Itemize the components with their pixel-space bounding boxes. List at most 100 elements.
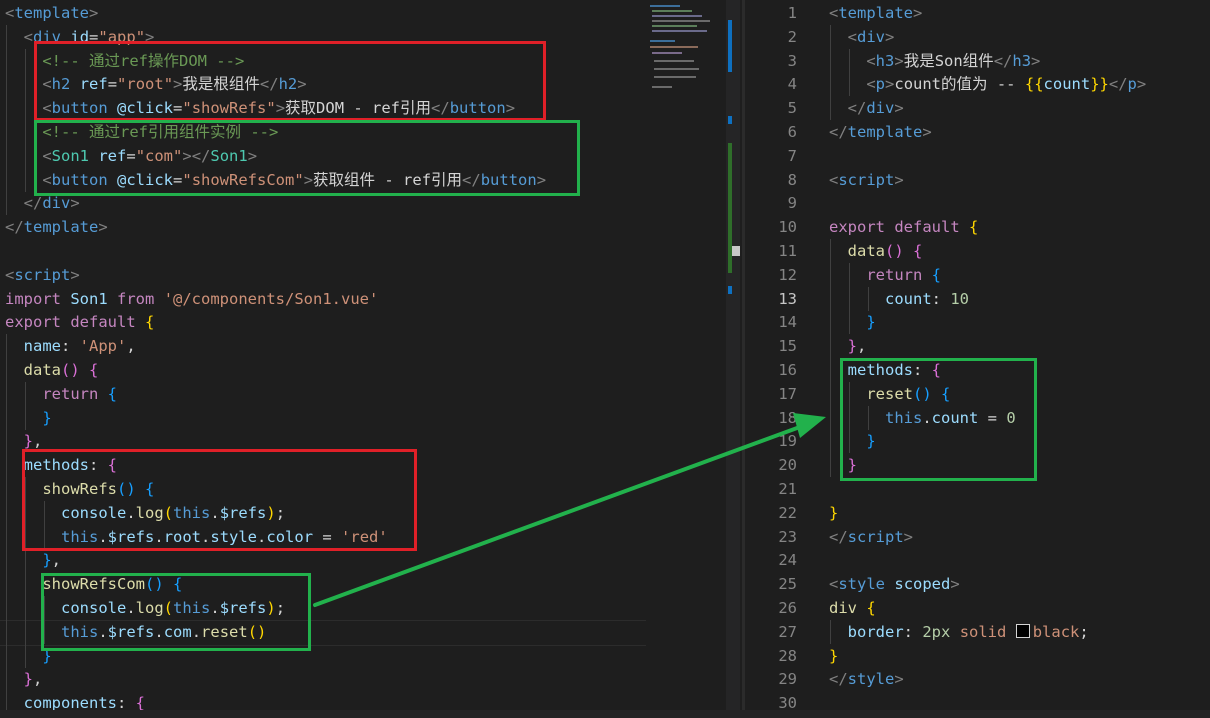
- code-token: .: [98, 527, 108, 546]
- indent-guide: [6, 453, 7, 478]
- code-line[interactable]: <Son1 ref="com"></Son1>: [0, 143, 726, 168]
- code-line[interactable]: <button @click="showRefsCom">获取组件 - ref引…: [0, 167, 726, 192]
- code-line[interactable]: 24: [745, 548, 1210, 572]
- code-line[interactable]: 18 this.count = 0: [745, 405, 1210, 430]
- code-line[interactable]: 28}: [745, 644, 1210, 668]
- code-line[interactable]: 5 </div>: [745, 96, 1210, 121]
- code-token: root: [163, 527, 202, 546]
- code-line[interactable]: </div>: [0, 191, 726, 216]
- code-line[interactable]: 10 export default {: [745, 215, 1210, 239]
- code-token: =: [173, 99, 183, 118]
- code-line[interactable]: 21: [745, 477, 1210, 501]
- indent-guide: [868, 405, 869, 430]
- code-line[interactable]: }: [0, 643, 726, 668]
- code-line[interactable]: 17 reset() {: [745, 381, 1210, 406]
- code-line[interactable]: 3 <h3>我是Son组件</h3>: [745, 48, 1210, 73]
- code-line[interactable]: this.$refs.root.style.color = 'red': [0, 524, 726, 549]
- code-line[interactable]: 26 div {: [745, 596, 1210, 620]
- code-token: >: [70, 265, 80, 284]
- code-line[interactable]: 8 <script>: [745, 168, 1210, 192]
- code-line[interactable]: 13 count: 10: [745, 286, 1210, 311]
- code-line[interactable]: data() {: [0, 358, 726, 382]
- code-line[interactable]: 7: [745, 144, 1210, 168]
- code-token: :: [903, 622, 923, 641]
- code-line[interactable]: },: [0, 548, 726, 573]
- code-line[interactable]: console.log(this.$refs);: [0, 500, 726, 525]
- indent-guide: [25, 381, 26, 406]
- code-line[interactable]: console.log(this.$refs);: [0, 596, 726, 620]
- indent-guide: [6, 477, 7, 501]
- code-token: <: [23, 27, 34, 46]
- code-line[interactable]: 4 <p>count的值为 -- {{count}}</p>: [745, 72, 1210, 97]
- code-line[interactable]: }: [0, 405, 726, 430]
- code-line[interactable]: 15 },: [745, 334, 1210, 359]
- code-line[interactable]: <button @click="showRefs">获取DOM - ref引用<…: [0, 96, 726, 121]
- code-line[interactable]: return {: [0, 381, 726, 406]
- horizontal-scrollbar[interactable]: [0, 710, 1210, 718]
- code-line[interactable]: 23 </script>: [745, 525, 1210, 549]
- code-token: id: [70, 27, 90, 46]
- code-line[interactable]: 2 <div>: [745, 24, 1210, 49]
- code-token: style: [847, 670, 895, 689]
- indent-guide: [849, 262, 850, 287]
- code-line[interactable]: 27 border: 2px solid black;: [745, 619, 1210, 644]
- current-line-highlight: [0, 619, 646, 646]
- code-token: }}: [1090, 75, 1109, 94]
- indent-guide: [849, 48, 850, 73]
- code-line[interactable]: 16 methods: {: [745, 358, 1210, 382]
- indent-guide: [44, 524, 45, 549]
- code-line[interactable]: 20 }: [745, 453, 1210, 478]
- code-line[interactable]: showRefsCom() {: [0, 572, 726, 597]
- code-token: >: [885, 75, 895, 94]
- minimap[interactable]: [648, 0, 718, 100]
- right-editor-pane[interactable]: 1 <template> 2 <div> 3 <h3>我是Son组件</h3> 4 <p…: [745, 0, 1210, 718]
- code-line[interactable]: import Son1 from '@/components/Son1.vue': [0, 287, 726, 311]
- code-line[interactable]: <div id="app">: [0, 24, 726, 49]
- indent-guide: [44, 500, 45, 525]
- code-line[interactable]: 25 <style scoped>: [745, 572, 1210, 596]
- code-line[interactable]: 19 }: [745, 429, 1210, 454]
- code-line[interactable]: this.$refs.com.reset(): [0, 619, 726, 646]
- left-editor-pane[interactable]: <template> <div id="app"> <!-- 通过ref操作DO…: [0, 0, 726, 718]
- code-token: ;: [275, 599, 286, 617]
- indent-guide: [25, 143, 26, 168]
- code-line[interactable]: 29 </style>: [745, 667, 1210, 691]
- code-token: <!-- 通过ref操作DOM -->: [42, 51, 245, 70]
- code-line[interactable]: },: [0, 429, 726, 454]
- code-line[interactable]: 12 return {: [745, 262, 1210, 287]
- code-line[interactable]: name: 'App',: [0, 334, 726, 359]
- code-line[interactable]: 6 </template>: [745, 120, 1210, 144]
- indent-guide: [849, 310, 850, 335]
- code-line[interactable]: 11 data() {: [745, 239, 1210, 263]
- code-line[interactable]: [0, 239, 726, 263]
- code-line[interactable]: <script>: [0, 263, 726, 287]
- code-line[interactable]: showRefs() {: [0, 477, 726, 501]
- code-token: methods: [23, 456, 89, 475]
- code-line[interactable]: 9: [745, 191, 1210, 215]
- line-number: 11: [778, 242, 797, 260]
- indent-guide: [6, 548, 7, 573]
- code-line[interactable]: methods: {: [0, 453, 726, 478]
- code-token: <: [829, 575, 839, 594]
- code-line[interactable]: 22}: [745, 501, 1210, 525]
- code-line[interactable]: },: [0, 667, 726, 692]
- code-line[interactable]: 1 <template>: [745, 1, 1210, 25]
- left-editor-scrollbar[interactable]: [726, 0, 740, 718]
- code-line[interactable]: <template>: [0, 1, 726, 25]
- code-token: ;: [275, 503, 286, 522]
- code-line[interactable]: <!-- 通过ref操作DOM -->: [0, 48, 726, 73]
- code-token: Son1: [210, 146, 248, 165]
- code-line[interactable]: <h2 ref="root">我是根组件</h2>: [0, 72, 726, 97]
- indent-guide: [6, 572, 7, 597]
- code-line[interactable]: </template>: [0, 215, 726, 239]
- code-line[interactable]: export default {: [0, 310, 726, 334]
- code-line[interactable]: <!-- 通过ref引用组件实例 -->: [0, 120, 726, 144]
- code-line[interactable]: 14 }: [745, 310, 1210, 335]
- line-number: 18: [778, 408, 797, 427]
- color-swatch-icon[interactable]: [1015, 623, 1030, 638]
- code-token: div: [829, 599, 857, 617]
